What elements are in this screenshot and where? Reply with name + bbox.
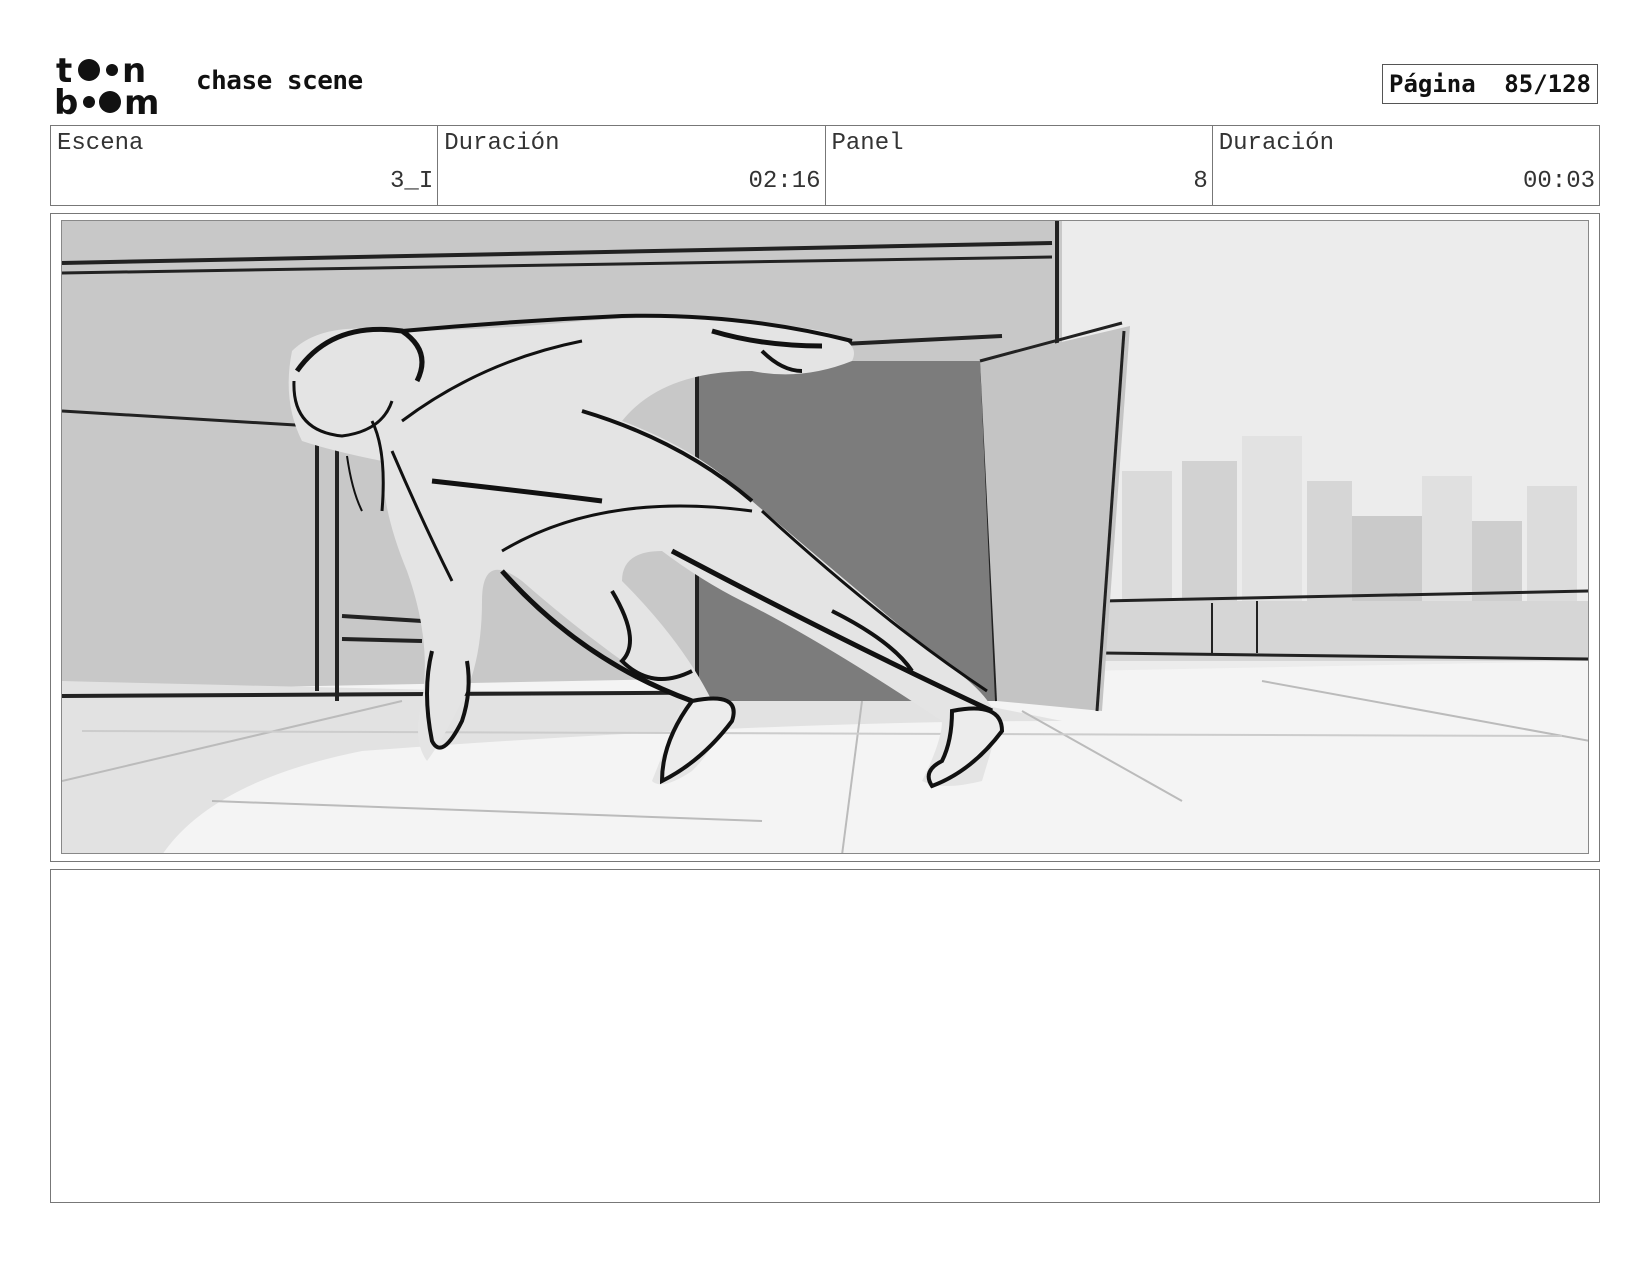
panel-label: Panel xyxy=(831,130,904,157)
page-indicator: Página 85/128 xyxy=(1382,64,1598,104)
scene-cell: Escena 3_I xyxy=(51,126,439,205)
panel-cell: Panel 8 xyxy=(826,126,1213,205)
scene-value: 3_I xyxy=(390,168,434,195)
page-label: Página xyxy=(1389,70,1476,98)
panel-duration-value: 00:03 xyxy=(1522,168,1595,195)
panel-duration-label: Duración xyxy=(1218,130,1334,157)
panel-duration-cell: Duración 00:03 xyxy=(1213,126,1599,205)
scene-duration-cell: Duración 02:16 xyxy=(438,126,826,205)
panel-value: 8 xyxy=(1193,168,1208,195)
panel-notes-box xyxy=(50,869,1600,1203)
svg-text:b: b xyxy=(54,83,78,116)
scene-duration-value: 02:16 xyxy=(748,168,821,195)
svg-text:m: m xyxy=(124,83,159,116)
sketch-drawing xyxy=(62,221,1588,853)
page-value: 85/128 xyxy=(1504,70,1591,98)
scene-label: Escena xyxy=(57,130,144,157)
project-title: chase scene xyxy=(196,66,363,96)
storyboard-panel-frame xyxy=(50,213,1600,862)
storyboard-panel-image xyxy=(61,220,1589,854)
scene-duration-label: Duración xyxy=(444,130,560,157)
toon-boom-logo: t n b m xyxy=(54,52,159,116)
panel-info-row: Escena 3_I Duración 02:16 Panel 8 Duraci… xyxy=(50,125,1600,206)
